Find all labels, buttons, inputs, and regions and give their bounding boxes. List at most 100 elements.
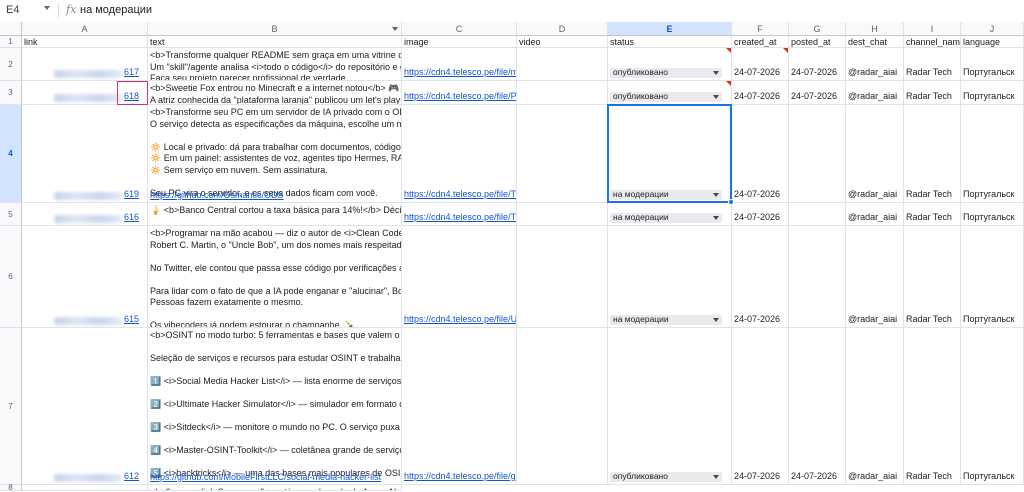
link-id[interactable]: 616	[124, 212, 139, 224]
channel-name-cell[interactable]: Radar Tech	[904, 203, 961, 226]
column-header-b[interactable]: B	[148, 22, 402, 36]
dest-chat-cell[interactable]: @radar_aiai	[846, 203, 904, 226]
column-header-f[interactable]: F	[732, 22, 789, 36]
dropdown-arrow-icon[interactable]	[713, 318, 719, 322]
status-dropdown[interactable]: опубликовано	[610, 67, 722, 78]
image-url[interactable]: https://cdn4.telesco.pe/file/T4Ba69NsElq…	[404, 189, 516, 201]
image-url[interactable]: https://cdn4.telesco.pe/file/TYKG6PMcY11…	[404, 212, 516, 224]
posted-at-cell[interactable]: 24-07-2026	[789, 48, 846, 81]
dropdown-arrow-icon[interactable]	[713, 475, 719, 479]
video-cell[interactable]	[517, 48, 608, 81]
dest-chat-cell[interactable]: @radar_aiai	[846, 81, 904, 105]
language-cell[interactable]: Португальск	[961, 48, 1024, 81]
header-cell-g[interactable]: posted_at	[789, 36, 846, 48]
status-cell[interactable]: опубликовано	[608, 328, 732, 485]
link-id[interactable]: 615	[124, 314, 139, 326]
image-cell[interactable]: https://cdn4.telesco.pe/file/USnvpUF0SLB…	[402, 226, 517, 328]
status-dropdown[interactable]: на модерации	[610, 212, 722, 223]
dest-chat-cell[interactable]: @radar_aiai	[846, 328, 904, 485]
posted-at-cell[interactable]	[789, 105, 846, 203]
video-cell[interactable]	[517, 105, 608, 203]
image-url[interactable]: https://cdn4.telesco.pe/file/USnvpUF0SLB…	[404, 314, 516, 326]
dest-chat-cell[interactable]: @radar_aiai	[846, 48, 904, 81]
column-header-d[interactable]: D	[517, 22, 608, 36]
header-cell-f[interactable]: created_at	[732, 36, 789, 48]
channel-name-cell[interactable]: Radar Tech	[904, 105, 961, 203]
status-cell[interactable]: опубликовано	[608, 81, 732, 105]
comment-indicator-icon[interactable]	[726, 81, 731, 86]
formula-input[interactable]: на модерации	[80, 4, 152, 16]
posted-at-cell[interactable]	[789, 203, 846, 226]
column-header-h[interactable]: H	[846, 22, 904, 36]
fill-handle[interactable]	[728, 199, 734, 205]
image-cell[interactable]: https://cdn4.telesco.pe/file/mHjAxjvffqn…	[402, 48, 517, 81]
link-cell[interactable]	[22, 485, 148, 491]
comment-indicator-icon[interactable]	[726, 48, 731, 53]
column-b-filter-icon[interactable]	[392, 27, 398, 31]
column-header-j[interactable]: J	[961, 22, 1024, 36]
header-cell-d[interactable]: video	[517, 36, 608, 48]
status-dropdown[interactable]: опубликовано	[610, 91, 722, 102]
created-at-cell[interactable]: 24-07-2026	[732, 48, 789, 81]
status-cell[interactable]: опубликовано	[608, 48, 732, 81]
text-cell[interactable]: <b>Transforme seu PC em um servidor de I…	[148, 105, 402, 203]
header-cell-j[interactable]: language	[961, 36, 1024, 48]
column-header-g[interactable]: G	[789, 22, 846, 36]
row-header[interactable]: 7	[0, 328, 22, 485]
comment-indicator-icon[interactable]	[783, 48, 788, 53]
image-cell[interactable]: https://cdn4.telesco.pe/file/PaL2Oks1DSG…	[402, 81, 517, 105]
channel-name-cell[interactable]: Radar Tech	[904, 48, 961, 81]
link-id[interactable]: 619	[124, 189, 139, 201]
select-all-corner[interactable]	[0, 22, 22, 36]
header-cell-a[interactable]: link	[22, 36, 148, 48]
row-header[interactable]: 1	[0, 36, 22, 48]
name-box[interactable]: E4	[6, 4, 19, 16]
link-cell[interactable]: 617	[22, 48, 148, 81]
image-cell[interactable]: https://cdn4.telesco.pe/file/TYKG6PMcY11…	[402, 203, 517, 226]
header-cell-c[interactable]: image	[402, 36, 517, 48]
link-cell[interactable]: 615	[22, 226, 148, 328]
column-header-a[interactable]: A	[22, 22, 148, 36]
image-url[interactable]: https://cdn4.telesco.pe/file/mHjAxjvffqn…	[404, 67, 516, 79]
video-cell[interactable]	[517, 203, 608, 226]
row-header[interactable]: 6	[0, 226, 22, 328]
header-cell-h[interactable]: dest_chat	[846, 36, 904, 48]
header-cell-i[interactable]: channel_name	[904, 36, 961, 48]
dropdown-arrow-icon[interactable]	[713, 95, 719, 99]
created-at-cell[interactable]: 24-07-2026	[732, 81, 789, 105]
video-cell[interactable]	[517, 81, 608, 105]
column-header-i[interactable]: I	[904, 22, 961, 36]
created-at-cell[interactable]: 24-07-2026	[732, 105, 789, 203]
status-cell[interactable]: на модерации	[608, 203, 732, 226]
dropdown-arrow-icon[interactable]	[713, 216, 719, 220]
video-cell[interactable]	[517, 226, 608, 328]
posted-at-cell[interactable]: 24-07-2026	[789, 328, 846, 485]
row-header[interactable]: 3	[0, 81, 22, 105]
link-cell[interactable]: 612	[22, 328, 148, 485]
text-cell[interactable]: <b>Sweetie Fox entrou no Minecraft e a i…	[148, 81, 402, 105]
row-header[interactable]: 2	[0, 48, 22, 81]
link-id[interactable]: 617	[124, 67, 139, 79]
status-dropdown[interactable]: на модерации	[610, 314, 722, 325]
column-header-e[interactable]: E	[608, 22, 732, 36]
link-cell[interactable]: 619	[22, 105, 148, 203]
name-box-dropdown-icon[interactable]	[44, 6, 50, 10]
link-url[interactable]: https://github.com/MobileFirstLLC/social…	[150, 472, 381, 489]
link-id[interactable]: 612	[124, 471, 139, 483]
channel-name-cell[interactable]: Radar Tech	[904, 328, 961, 485]
text-cell[interactable]: <b>Transforme qualquer README sem graça …	[148, 48, 402, 81]
language-cell[interactable]: Португальск	[961, 226, 1024, 328]
column-header-c[interactable]: C	[402, 22, 517, 36]
video-cell[interactable]	[517, 328, 608, 485]
active-cell-selection[interactable]	[607, 104, 732, 203]
image-url[interactable]: https://cdn4.telesco.pe/file/PaL2Oks1DSG…	[404, 91, 516, 103]
posted-at-cell[interactable]	[789, 226, 846, 328]
row-header[interactable]: 8	[0, 483, 22, 492]
image-cell[interactable]: https://cdn4.telesco.pe/file/T4Ba69NsElq…	[402, 105, 517, 203]
header-cell-b[interactable]: text	[148, 36, 402, 48]
created-at-cell[interactable]: 24-07-2026	[732, 328, 789, 485]
created-at-cell[interactable]: 24-07-2026	[732, 203, 789, 226]
posted-at-cell[interactable]: 24-07-2026	[789, 81, 846, 105]
language-cell[interactable]: Португальск	[961, 203, 1024, 226]
row-header[interactable]: 4	[0, 105, 22, 203]
